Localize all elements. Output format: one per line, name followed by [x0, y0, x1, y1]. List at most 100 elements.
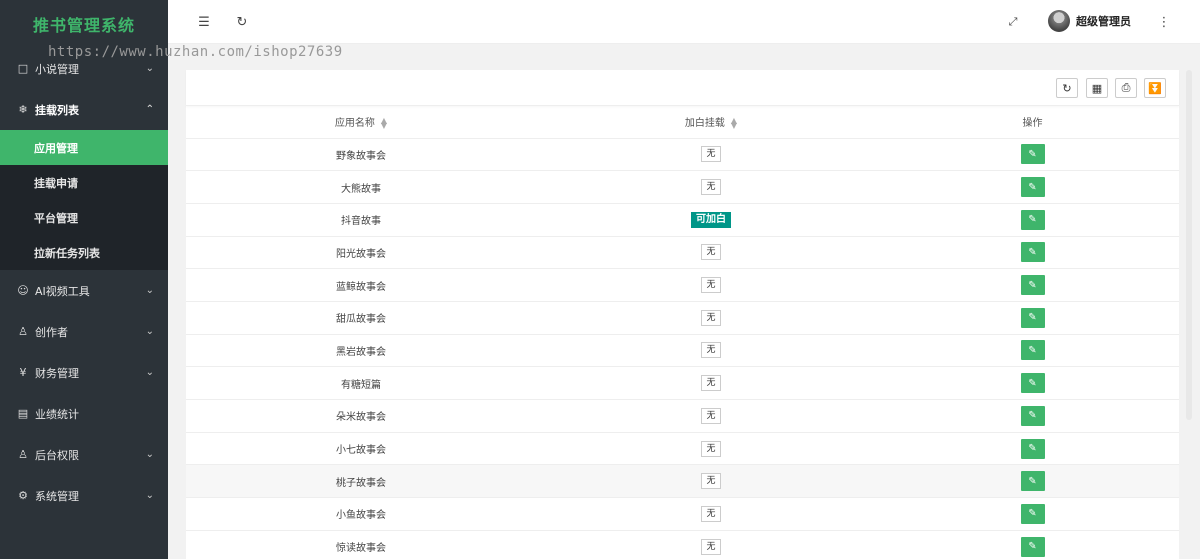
calendar-icon: ▤: [17, 407, 29, 420]
more-vertical-icon[interactable]: ⋮: [1154, 12, 1174, 32]
menu-collapse-icon[interactable]: ☰: [194, 12, 214, 32]
export-icon[interactable]: ⏬: [1144, 78, 1166, 98]
sidebar-item-finance[interactable]: ¥ 财务管理 ⌄: [0, 352, 168, 393]
cell-app-name: 大熊故事: [186, 170, 536, 204]
edit-button[interactable]: ✎: [1020, 373, 1045, 394]
table-row: 抖音故事 可加白 ✎: [186, 203, 1179, 237]
cell-whitelist: 可加白: [536, 203, 886, 237]
edit-button[interactable]: ✎: [1020, 209, 1045, 230]
edit-button[interactable]: ✎: [1020, 307, 1045, 328]
cell-app-name: 小鱼故事会: [186, 497, 536, 531]
sidebar-item-label: 业绩统计: [35, 407, 79, 421]
cell-whitelist: 无: [536, 236, 886, 270]
cell-actions: ✎: [886, 170, 1179, 204]
sidebar-subitem-new-user-tasks[interactable]: 拉新任务列表: [0, 235, 168, 270]
chevron-down-icon: ⌄: [145, 285, 154, 296]
pencil-icon: ✎: [1028, 181, 1037, 193]
cell-actions: ✎: [886, 334, 1179, 368]
sidebar-item-label: AI视频工具: [35, 284, 90, 298]
cell-whitelist: 无: [536, 334, 886, 368]
column-header-app-name[interactable]: 应用名称 ▲ ▼: [186, 106, 536, 139]
user-menu[interactable]: 超级管理员: [1048, 10, 1131, 32]
column-label: 操作: [1022, 118, 1043, 130]
status-badge: 无: [701, 407, 721, 424]
table-row: 小鱼故事会 无 ✎: [186, 497, 1179, 531]
sidebar-item-admin-permissions[interactable]: ♙ 后台权限 ⌄: [0, 434, 168, 475]
columns-icon[interactable]: ▦: [1086, 78, 1108, 98]
pencil-icon: ✎: [1028, 443, 1037, 455]
edit-button[interactable]: ✎: [1020, 503, 1045, 524]
status-badge: 无: [701, 179, 721, 196]
table-row: 小七故事会 无 ✎: [186, 432, 1179, 466]
sidebar-item-creators[interactable]: ♙ 创作者 ⌄: [0, 311, 168, 352]
pencil-icon: ✎: [1028, 410, 1037, 422]
pencil-icon: ✎: [1028, 508, 1037, 520]
cell-actions: ✎: [886, 301, 1179, 335]
edit-button[interactable]: ✎: [1020, 438, 1045, 459]
sidebar-item-label: 系统管理: [35, 489, 79, 503]
status-badge: 无: [701, 146, 721, 163]
sidebar-subitem-mount-application[interactable]: 挂载申请: [0, 165, 168, 200]
sidebar-item-mount-list[interactable]: ❄ 挂载列表 ⌃: [0, 89, 168, 130]
table-row: 野象故事会 无 ✎: [186, 138, 1179, 172]
cell-app-name: 蓝鲸故事会: [186, 268, 536, 302]
column-header-whitelist[interactable]: 加白挂载 ▲ ▼: [536, 106, 886, 139]
pencil-icon: ✎: [1028, 344, 1037, 356]
cell-actions: ✎: [886, 399, 1179, 433]
cell-whitelist: 无: [536, 464, 886, 499]
app-table: 应用名称 ▲ ▼ 加白挂载 ▲ ▼ 操作 野象故事会无 ✎ 大熊故事无 ✎ 抖音故事 可加白 ✎ 阳光…: [186, 106, 1179, 559]
cell-actions: ✎: [886, 366, 1179, 400]
column-label: 加白挂载: [684, 118, 725, 130]
sort-icon[interactable]: ▲ ▼: [731, 117, 737, 130]
gear-icon: ⚙: [18, 489, 28, 502]
edit-button[interactable]: ✎: [1020, 144, 1045, 165]
refresh-icon[interactable]: ↻: [232, 12, 252, 32]
file-icon: □: [17, 62, 29, 75]
sort-icon[interactable]: ▲ ▼: [381, 117, 387, 130]
cell-actions: ✎: [886, 268, 1179, 302]
edit-button[interactable]: ✎: [1020, 340, 1045, 361]
user-icon: ♙: [18, 448, 28, 461]
fullscreen-icon[interactable]: ⤢: [1003, 12, 1023, 32]
sidebar-item-system[interactable]: ⚙ 系统管理 ⌄: [0, 475, 168, 516]
avatar: [1048, 10, 1070, 32]
main-content: ↻ ▦ ⎙ ⏬ 应用名称 ▲ ▼ 加白挂载 ▲ ▼ 操作 野象故事会无 ✎ 大熊故事无 ✎ 抖音…: [186, 70, 1179, 559]
edit-button[interactable]: ✎: [1020, 275, 1045, 296]
refresh-icon[interactable]: ↻: [1056, 78, 1078, 98]
edit-button[interactable]: ✎: [1020, 536, 1045, 557]
pencil-icon: ✎: [1028, 377, 1037, 389]
table-row: 桃子故事会 无 ✎: [186, 464, 1179, 499]
table-row: 蓝鲸故事会 无 ✎: [186, 268, 1179, 302]
table-body: 野象故事会无 ✎ 大熊故事无 ✎ 抖音故事 可加白 ✎ 阳光故事会无 ✎ 蓝鲸故事会无 ✎ 甜瓜故事会…: [186, 138, 1179, 559]
sidebar-subitem-platform-management[interactable]: 平台管理: [0, 200, 168, 235]
status-badge: 可加白: [691, 211, 731, 228]
sidebar-item-label: 挂载列表: [35, 103, 79, 117]
status-badge: 无: [701, 342, 721, 359]
edit-button[interactable]: ✎: [1020, 177, 1045, 198]
cell-actions: ✎: [886, 203, 1179, 237]
sidebar-item-performance[interactable]: ▤ 业绩统计: [0, 393, 168, 434]
column-label: 应用名称: [334, 118, 375, 130]
pencil-icon: ✎: [1028, 214, 1037, 226]
cell-actions: ✎: [886, 432, 1179, 466]
chevron-down-icon: ⌄: [145, 326, 154, 337]
sidebar: 推书管理系统 □ 小说管理 ⌄ ❄ 挂载列表 ⌃ 应用管理 挂载申请 平台管理 …: [0, 0, 168, 559]
cell-whitelist: 无: [536, 399, 886, 433]
status-badge: 无: [701, 538, 721, 555]
status-badge: 无: [701, 375, 721, 392]
cell-whitelist: 无: [536, 366, 886, 400]
chevron-up-icon: ⌃: [145, 104, 154, 115]
pencil-icon: ✎: [1028, 246, 1037, 258]
table-toolbar: ↻ ▦ ⎙ ⏬: [186, 70, 1179, 106]
edit-button[interactable]: ✎: [1020, 405, 1045, 426]
edit-button[interactable]: ✎: [1020, 242, 1045, 263]
sidebar-item-label: 财务管理: [35, 366, 79, 380]
edit-button[interactable]: ✎: [1020, 471, 1045, 492]
print-icon[interactable]: ⎙: [1115, 78, 1137, 98]
column-header-actions: 操作: [886, 106, 1179, 139]
table-row: 大熊故事 无 ✎: [186, 170, 1179, 204]
sidebar-subitem-app-management[interactable]: 应用管理: [0, 130, 168, 165]
scrollbar[interactable]: [1186, 70, 1192, 420]
sidebar-item-ai-video[interactable]: ☺ AI视频工具 ⌄: [0, 270, 168, 311]
table-row: 黑岩故事会 无 ✎: [186, 334, 1179, 368]
